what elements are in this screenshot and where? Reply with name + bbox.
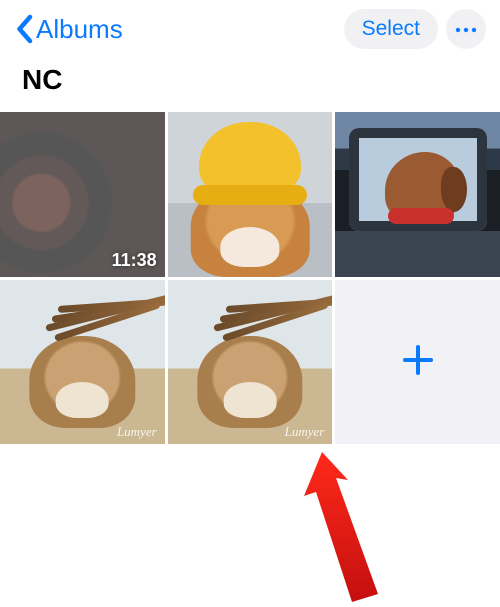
ellipsis-icon (455, 20, 477, 38)
grid-item-photo[interactable] (168, 112, 333, 277)
grid-item-photo[interactable]: Lumyer (168, 280, 333, 445)
watermark: Lumyer (285, 424, 325, 440)
video-duration: 11:38 (112, 250, 157, 271)
more-button[interactable] (446, 9, 486, 49)
album-title: NC (0, 58, 500, 112)
back-label: Albums (36, 14, 123, 45)
chevron-back-icon (14, 14, 34, 44)
back-button[interactable]: Albums (14, 14, 123, 45)
watermark: Lumyer (117, 424, 157, 440)
plus-icon (401, 343, 435, 382)
add-photos-button[interactable] (335, 280, 500, 445)
nav-actions: Select (344, 9, 486, 49)
navbar: Albums Select (0, 0, 500, 58)
thumbnail (168, 112, 333, 277)
thumbnail (168, 280, 333, 445)
photo-grid: 11:38 Lumyer (0, 112, 500, 444)
grid-item-photo[interactable] (335, 112, 500, 277)
grid-item-photo[interactable]: Lumyer (0, 280, 165, 445)
select-button[interactable]: Select (344, 9, 438, 49)
thumbnail (0, 280, 165, 445)
annotation-arrow (282, 452, 402, 607)
thumbnail (335, 112, 500, 277)
grid-item-video[interactable]: 11:38 (0, 112, 165, 277)
